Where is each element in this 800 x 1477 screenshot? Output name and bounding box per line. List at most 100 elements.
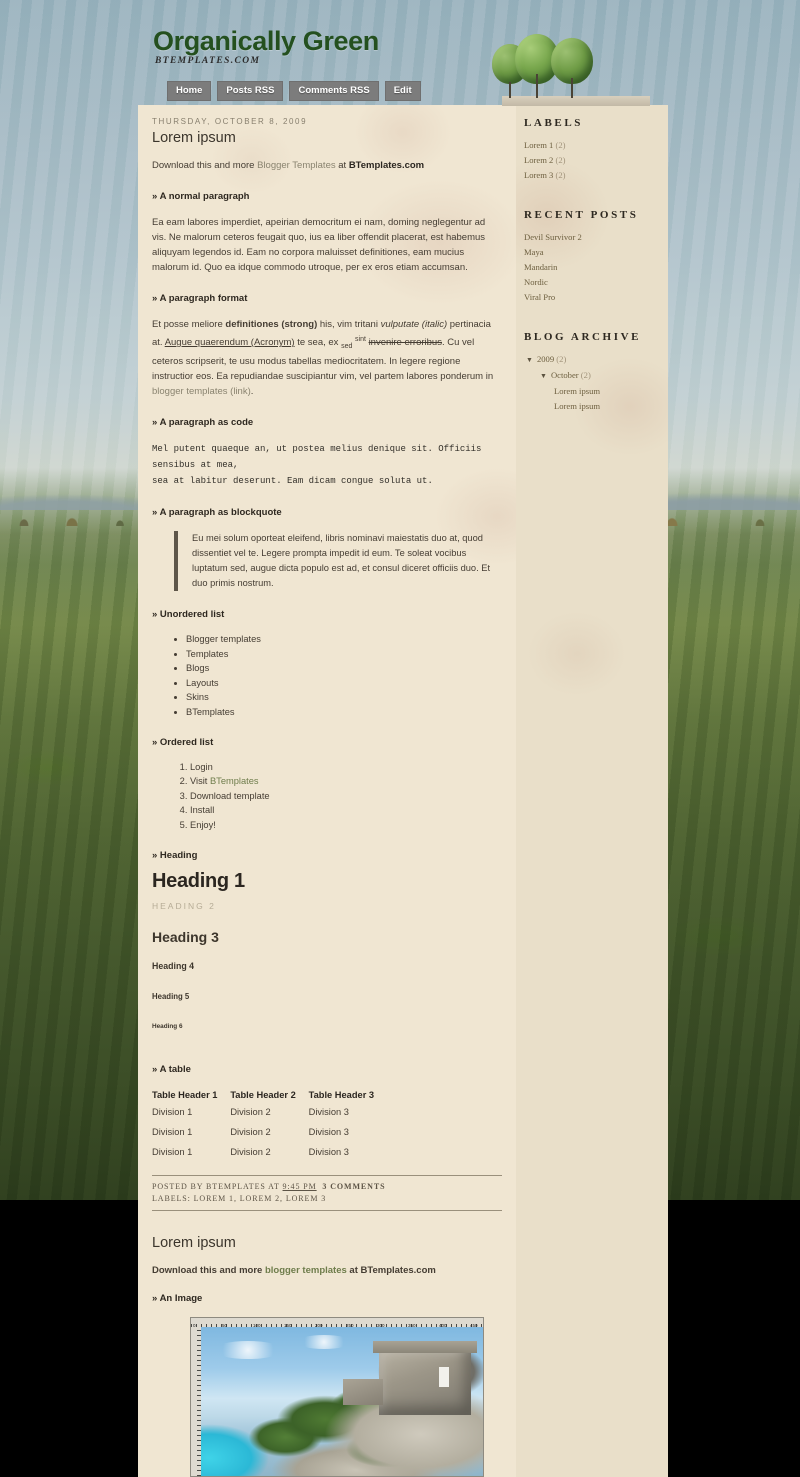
- normal-paragraph-text: Ea eam labores imperdiet, apeirian democ…: [152, 217, 486, 273]
- archive-year[interactable]: ▼ 2009 (2): [524, 352, 658, 368]
- fmt-superscript: sint: [355, 336, 366, 343]
- data-table: Table Header 1 Table Header 2 Table Head…: [152, 1088, 387, 1163]
- posted-by-text: POSTED BY BTEMPLATES AT: [152, 1181, 280, 1191]
- btemplates-link[interactable]: BTemplates: [210, 776, 259, 786]
- intro-pre-text: Download this and more: [152, 160, 258, 171]
- ruler-tick-label: 400: [439, 1322, 447, 1327]
- chevron-down-icon[interactable]: ▼: [526, 356, 533, 364]
- table-row: Division 1 Division 2 Division 3: [152, 1143, 387, 1163]
- archive-month-count: (2): [580, 370, 591, 380]
- heading-5: Heading 5: [152, 991, 190, 1001]
- section-heading-paragraph-format: » A paragraph format: [152, 293, 248, 304]
- ruins-main-structure: [373, 1340, 477, 1415]
- site-title[interactable]: Organically Green: [153, 28, 379, 55]
- archive-year-count: (2): [556, 354, 567, 364]
- nav-item-posts-rss[interactable]: Posts RSS: [217, 81, 284, 101]
- table-cell: Division 1: [152, 1127, 193, 1138]
- recent-post-link[interactable]: Viral Pro: [524, 290, 658, 305]
- heading-6: Heading 6: [152, 1022, 183, 1030]
- post-labels-line[interactable]: LABELS: LOREM 1, LOREM 2, LOREM 3: [152, 1193, 502, 1205]
- post-body: Download this and more blogger templates…: [152, 1263, 502, 1477]
- fmt-strong: definitiones (strong): [225, 319, 318, 330]
- label-count: (2): [555, 140, 566, 150]
- section-heading-blockquote: » A paragraph as blockquote: [152, 507, 282, 519]
- section-heading-table: » A table: [152, 1063, 191, 1075]
- sidebar-section-blog-archive: Blog Archive ▼ 2009 (2) ▼ October (2) Lore…: [524, 331, 658, 414]
- site-description: BTEMPLATES.COM: [155, 56, 261, 66]
- fmt-acronym: Augue quaerendum (Acronym): [164, 337, 295, 349]
- label-name: Lorem 2: [524, 155, 554, 165]
- main-navigation: Home Posts RSS Comments RSS Edit: [167, 81, 421, 101]
- ordered-list: Login Visit BTemplates Download template…: [152, 761, 502, 832]
- sidebar-section-recent-posts: Recent Posts Devil Survivor 2 Maya Manda…: [524, 209, 658, 305]
- archive-year-label: 2009: [536, 354, 555, 364]
- label-count: (2): [555, 170, 566, 180]
- table-cell: Division 1: [152, 1107, 193, 1118]
- nav-item-comments-rss[interactable]: Comments RSS: [289, 81, 379, 101]
- sidebar-heading-blog-archive: Blog Archive: [524, 331, 642, 343]
- chevron-down-icon[interactable]: ▼: [540, 372, 547, 380]
- sidebar-label-item[interactable]: Lorem 3 (2): [524, 168, 658, 183]
- sidebar-label-item[interactable]: Lorem 2 (2): [524, 153, 658, 168]
- archive-post-link[interactable]: Lorem ipsum: [524, 384, 658, 399]
- section-heading-paragraph-code: » A paragraph as code: [152, 417, 254, 429]
- list-item: Templates: [186, 648, 502, 661]
- table-cell: Division 2: [230, 1107, 271, 1118]
- intro-mid-text: at: [346, 1264, 361, 1276]
- post-meta-line: POSTED BY BTEMPLATES AT 9:45 PM 3 COMMEN…: [152, 1181, 502, 1193]
- post-date: Thursday, October 8, 2009: [152, 117, 308, 126]
- post-title[interactable]: Lorem ipsum: [152, 130, 502, 146]
- recent-post-link[interactable]: Mandarin: [524, 260, 658, 275]
- section-heading-unordered-list: » Unordered list: [152, 609, 225, 621]
- fmt-subscript: sed: [341, 343, 353, 351]
- post-title[interactable]: Lorem ipsum: [152, 1235, 502, 1251]
- label-count: (2): [555, 155, 566, 165]
- list-item: Layouts: [186, 677, 502, 690]
- nav-item-edit[interactable]: Edit: [384, 81, 421, 101]
- btemplates-bold: BTemplates.com: [360, 1264, 436, 1276]
- cloud: [213, 1340, 283, 1359]
- heading-3: Heading 3: [152, 928, 219, 945]
- ruler-tick-label: 200: [315, 1322, 323, 1327]
- tree-ledge: [502, 96, 650, 106]
- archive-month-label: October: [550, 370, 579, 380]
- code-block: Mel putent quaeque an, ut postea melius …: [152, 444, 482, 487]
- post-footer: POSTED BY BTEMPLATES AT 9:45 PM 3 COMMEN…: [152, 1174, 502, 1211]
- blog-post: Lorem ipsum Download this and more blogg…: [152, 1235, 502, 1477]
- post-body: Download this and more Blogger Templates…: [152, 158, 502, 1163]
- blogger-templates-inline-link[interactable]: blogger templates (link): [152, 386, 251, 397]
- comments-count[interactable]: 3 COMMENTS: [322, 1182, 385, 1191]
- list-item: Skins: [186, 691, 502, 704]
- ruler-horizontal: 0 50 100 150 200 250 300 350 400 450: [190, 1316, 484, 1327]
- recent-post-link[interactable]: Devil Survivor 2: [524, 230, 658, 245]
- table-cell: Division 1: [152, 1147, 193, 1158]
- btemplates-bold: BTemplates.com: [348, 160, 425, 171]
- label-name: Lorem 1: [524, 140, 554, 150]
- sidebar-heading-recent-posts: Recent Posts: [524, 209, 639, 221]
- sidebar-label-item[interactable]: Lorem 1 (2): [524, 138, 658, 153]
- recent-post-link[interactable]: Nordic: [524, 275, 658, 290]
- sidebar-section-labels: Labels Lorem 1 (2) Lorem 2 (2) Lorem 3 (…: [524, 117, 658, 183]
- ruler-tick-label: 50: [222, 1322, 228, 1327]
- intro-pre-text: Download this and more: [152, 1264, 265, 1276]
- ruler-tick-label: 150: [284, 1322, 292, 1327]
- fmt-italic: vulputate (italic): [380, 319, 448, 330]
- archive-month[interactable]: ▼ October (2): [524, 368, 658, 384]
- nav-item-home[interactable]: Home: [167, 81, 212, 101]
- table-cell: Division 3: [308, 1127, 349, 1138]
- cloud: [297, 1334, 351, 1349]
- heading-1: Heading 1: [152, 869, 245, 892]
- blogger-templates-link[interactable]: blogger templates: [265, 1265, 347, 1276]
- fmt-text-1: Et posse meliore: [152, 319, 226, 330]
- blockquote: Eu mei solum oporteat eleifend, libris n…: [174, 531, 502, 592]
- ruler-tick-label: 450: [470, 1322, 478, 1327]
- archive-post-link[interactable]: Lorem ipsum: [524, 399, 658, 414]
- section-heading-ordered-list: » Ordered list: [152, 736, 214, 748]
- table-header-cell: Table Header 2: [230, 1089, 296, 1100]
- heading-4: Heading 4: [152, 960, 195, 971]
- post-time-link[interactable]: 9:45 PM: [283, 1182, 317, 1191]
- blogger-templates-link[interactable]: Blogger Templates: [257, 160, 336, 171]
- section-heading-an-image: » An Image: [152, 1292, 203, 1304]
- blog-post: Thursday, October 8, 2009 Lorem ipsum Do…: [152, 117, 502, 1211]
- recent-post-link[interactable]: Maya: [524, 245, 658, 260]
